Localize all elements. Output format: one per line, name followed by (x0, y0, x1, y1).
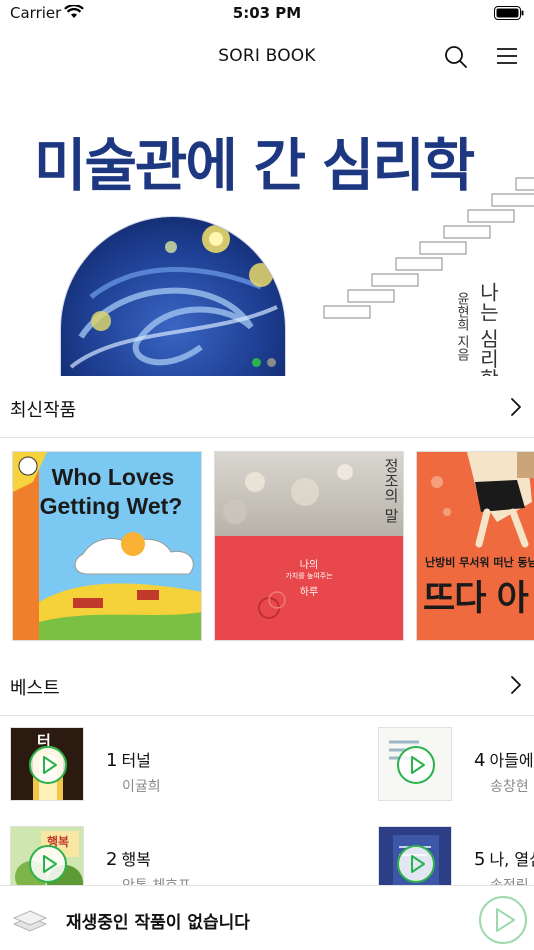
layers-icon (12, 910, 48, 932)
book3-title: 뜨다 아 (423, 579, 529, 619)
play-icon[interactable] (396, 844, 436, 884)
status-bar: Carrier 5:03 PM (0, 0, 534, 28)
page-dot-active[interactable] (252, 358, 261, 367)
best-title-text-1: 터널 (121, 751, 151, 770)
book2-subtitle-line2: 가치를 높여주는 (285, 572, 333, 580)
best-title-text-4: 아들에게 (489, 751, 534, 770)
book-cover-jeongjo[interactable]: 정조의 말 나의 가치를 높여주는 하루 (214, 451, 404, 641)
best-item-2[interactable]: 행복 2 행복 안톤 체호프 (10, 826, 350, 886)
latest-books-carousel[interactable]: Who Loves Getting Wet? 정조의 말 나의 가치를 높여주는… (0, 451, 534, 642)
play-icon[interactable] (28, 745, 68, 785)
book2-subtitle: 나의 (299, 560, 319, 571)
banner-author: 윤현희 지음 (454, 292, 469, 362)
best-thumb-4[interactable] (378, 727, 452, 801)
chevron-right-icon[interactable] (510, 397, 522, 417)
best-item-5[interactable]: 5나, 열심 송정림 (378, 826, 534, 886)
best-rank-5: 5 (474, 849, 486, 870)
best-title-4[interactable]: 4아들에게 (474, 747, 534, 771)
book-cover-ddeunda[interactable]: 난방비 무서워 떠난 동남아 뜨다 아 (416, 451, 534, 641)
best-item-1[interactable]: 터 1 터널 이귤희 (10, 727, 350, 807)
latest-section-title: 최신작품 (10, 400, 77, 421)
latest-section-header[interactable]: 최신작품 (0, 376, 534, 438)
best-list: 터 1 터널 이귤희 행복 2 행복 안톤 체호프 4 아들에 송창현 5 나,… (0, 716, 534, 886)
featured-banner[interactable]: 미술관에 간 심리학 윤현희 지음 나는 심리학 (0, 86, 534, 376)
best-item-4[interactable]: 4아들에게 송창현 (378, 727, 534, 807)
best-title-2[interactable]: 2 행복 (106, 846, 151, 870)
best-section-header[interactable]: 베스트 (0, 654, 534, 716)
page-dot[interactable] (267, 358, 276, 367)
best-rank-1: 1 (106, 750, 118, 771)
book2-subtitle-line3: 하루 (299, 587, 319, 598)
best-title-text-2: 행복 (121, 850, 151, 869)
player-status-text: 재생중인 작품이 없습니다 (66, 913, 250, 933)
best-rank-4: 4 (474, 750, 486, 771)
battery-icon (494, 6, 524, 20)
best-thumb-5[interactable] (378, 826, 452, 886)
page-indicator[interactable] (252, 358, 276, 367)
book1-title-line1: Who Loves (52, 464, 175, 490)
best-author-4: 송창현 (490, 779, 529, 795)
play-icon[interactable] (478, 895, 528, 945)
nav-bar: SORI BOOK (0, 28, 534, 86)
book2-title: 정조의 말 (382, 458, 400, 523)
best-thumb-1[interactable]: 터 (10, 727, 84, 801)
best-section-title: 베스트 (10, 678, 60, 699)
mini-player[interactable]: 재생중인 작품이 없습니다 (0, 885, 534, 950)
best-thumb-2[interactable]: 행복 (10, 826, 84, 886)
book3-subtitle: 난방비 무서워 떠난 동남아 (425, 556, 534, 569)
best-title-1[interactable]: 1 터널 (106, 747, 151, 771)
clock: 5:03 PM (232, 4, 302, 22)
banner-subtitle: 나는 심리학 (476, 282, 500, 376)
play-icon[interactable] (396, 745, 436, 785)
chevron-right-icon[interactable] (510, 675, 522, 695)
play-icon[interactable] (28, 844, 68, 884)
best-rank-2: 2 (106, 849, 118, 870)
book1-title-line2: Getting Wet? (40, 493, 183, 519)
best-title-5[interactable]: 5나, 열심 (474, 846, 534, 870)
hamburger-menu-icon[interactable] (496, 46, 518, 66)
banner-painting (60, 216, 286, 376)
best-title-text-5: 나, 열심 (489, 850, 534, 869)
book-cover-who-loves-getting-wet[interactable]: Who Loves Getting Wet? (12, 451, 202, 641)
search-icon[interactable] (444, 45, 468, 69)
best-author-1: 이귤희 (122, 779, 161, 795)
